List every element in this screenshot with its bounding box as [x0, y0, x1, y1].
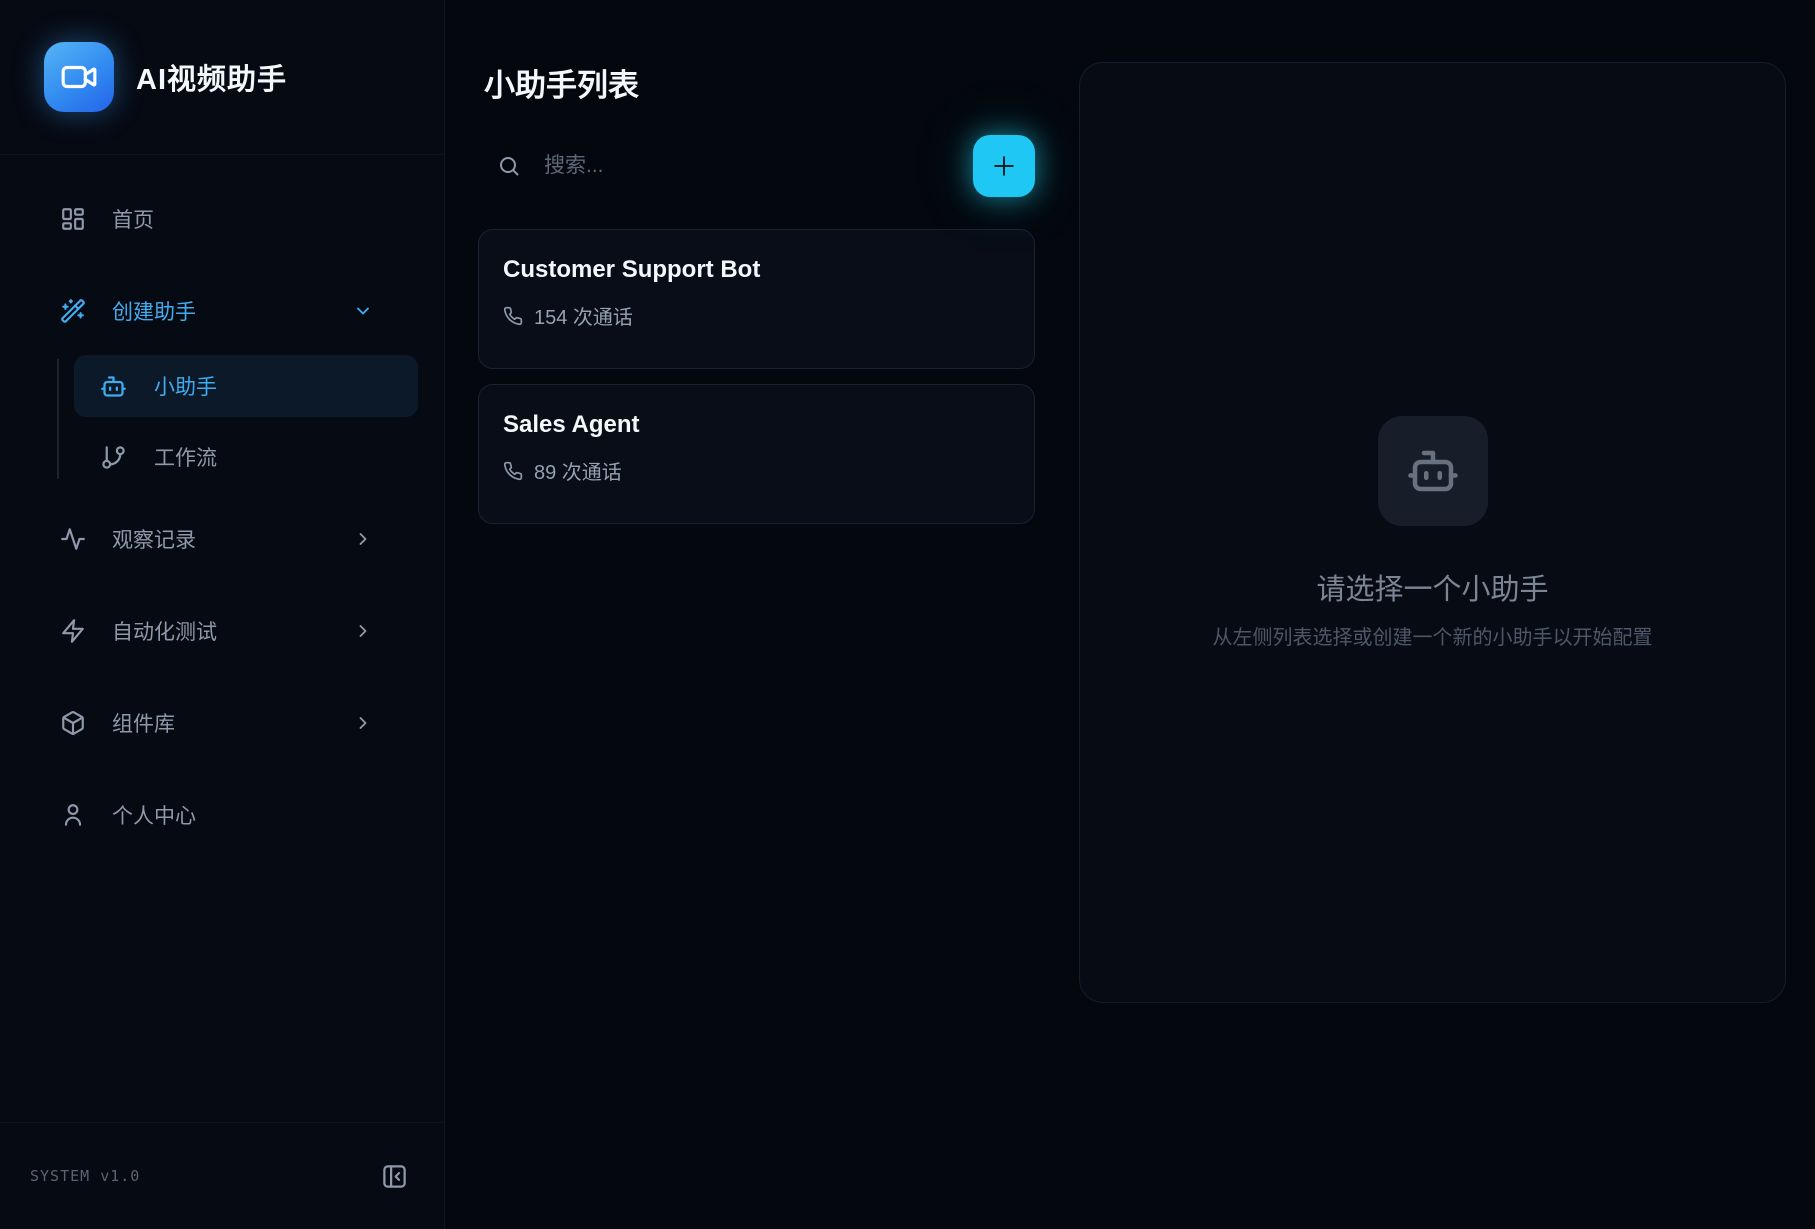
create-assistant-submenu: 小助手 工作流	[26, 355, 418, 485]
panel-collapse-icon	[381, 1163, 408, 1190]
empty-state-icon-box	[1378, 416, 1488, 526]
sidebar-footer: SYSTEM v1.0	[0, 1122, 444, 1229]
search-input[interactable]	[542, 153, 973, 179]
chevron-right-icon	[350, 621, 376, 641]
chevron-down-icon	[350, 301, 376, 321]
assistant-name: Customer Support Bot	[503, 256, 1010, 284]
sidebar: AI视频助手 首页 创建助手	[0, 0, 445, 1229]
search-box	[478, 153, 973, 179]
sidebar-item-component-library[interactable]: 组件库	[26, 695, 418, 751]
empty-state: 请选择一个小助手 从左侧列表选择或创建一个新的小助手以开始配置	[1213, 416, 1653, 650]
assistant-list-panel: 小助手列表	[445, 0, 1079, 1229]
sidebar-item-label: 自动化测试	[112, 616, 217, 646]
add-assistant-button[interactable]	[973, 135, 1035, 197]
sidebar-collapse-button[interactable]	[381, 1163, 408, 1190]
sidebar-header: AI视频助手	[0, 0, 444, 155]
sidebar-item-label: 观察记录	[112, 524, 196, 554]
video-camera-icon	[60, 58, 98, 96]
sidebar-item-home[interactable]: 首页	[26, 191, 418, 247]
robot-icon	[100, 373, 127, 400]
chevron-right-icon	[350, 713, 376, 733]
sidebar-item-label: 小助手	[154, 371, 217, 401]
sidebar-item-label: 首页	[112, 204, 154, 234]
user-icon	[60, 802, 86, 828]
empty-state-title: 请选择一个小助手	[1316, 566, 1548, 608]
system-version: SYSTEM v1.0	[30, 1167, 140, 1185]
sidebar-item-profile[interactable]: 个人中心	[26, 787, 418, 843]
plus-icon	[989, 151, 1019, 181]
zap-icon	[60, 618, 86, 644]
search-icon	[497, 154, 521, 178]
search-row	[478, 135, 1035, 197]
sidebar-item-label: 组件库	[112, 708, 175, 738]
app-window: AI视频助手 首页 创建助手	[0, 0, 1815, 1229]
sidebar-nav: 首页 创建助手	[0, 155, 444, 1122]
assistant-list: Customer Support Bot 154 次通话 Sales Agent	[478, 229, 1035, 524]
assistant-meta: 89 次通话	[503, 456, 1010, 485]
box-icon	[60, 710, 86, 736]
git-branch-icon	[100, 444, 127, 471]
phone-icon	[503, 306, 523, 326]
sidebar-item-observation-logs[interactable]: 观察记录	[26, 511, 418, 567]
activity-icon	[60, 526, 86, 552]
magic-wand-icon	[60, 298, 86, 324]
dashboard-icon	[60, 206, 86, 232]
assistant-name: Sales Agent	[503, 411, 1010, 439]
sidebar-item-workflow[interactable]: 工作流	[74, 429, 418, 485]
sidebar-item-automated-testing[interactable]: 自动化测试	[26, 603, 418, 659]
phone-icon	[503, 461, 523, 481]
main-content: 小助手列表	[445, 0, 1815, 1229]
empty-state-subtitle: 从左侧列表选择或创建一个新的小助手以开始配置	[1213, 621, 1653, 650]
robot-icon	[1406, 444, 1460, 498]
assistant-detail-panel: 请选择一个小助手 从左侧列表选择或创建一个新的小助手以开始配置	[1079, 62, 1786, 1003]
assistant-card[interactable]: Customer Support Bot 154 次通话	[478, 229, 1035, 369]
sidebar-item-label: 创建助手	[112, 296, 196, 326]
assistant-call-count: 154 次通话	[534, 301, 633, 330]
sidebar-item-assistants[interactable]: 小助手	[74, 355, 418, 417]
assistant-meta: 154 次通话	[503, 301, 1010, 330]
sidebar-item-label: 个人中心	[112, 800, 196, 830]
app-title: AI视频助手	[136, 56, 287, 98]
sidebar-item-create-assistant[interactable]: 创建助手	[26, 283, 418, 339]
assistant-call-count: 89 次通话	[534, 456, 622, 485]
assistant-card[interactable]: Sales Agent 89 次通话	[478, 384, 1035, 524]
chevron-right-icon	[350, 529, 376, 549]
sidebar-item-label: 工作流	[154, 442, 217, 472]
app-logo	[44, 42, 114, 112]
page-title: 小助手列表	[484, 60, 1035, 105]
